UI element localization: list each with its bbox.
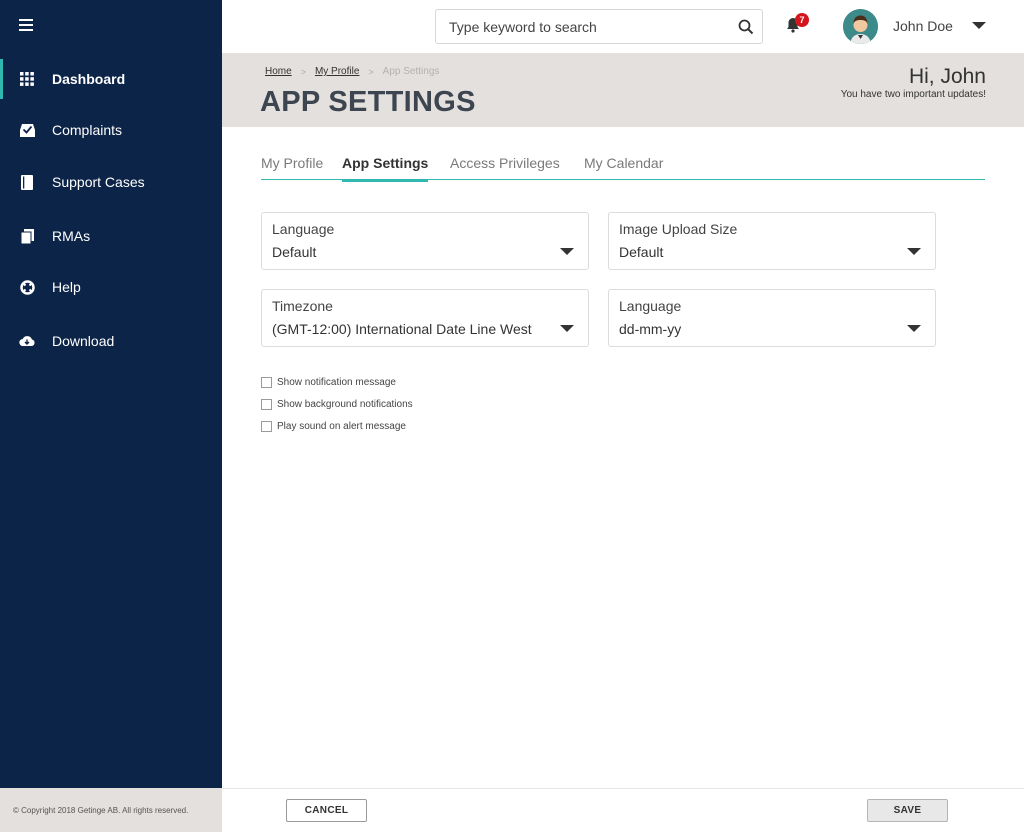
avatar[interactable]	[843, 9, 878, 44]
greeting-subtitle: You have two important updates!	[840, 89, 986, 100]
field-value: Default	[619, 244, 664, 260]
checkbox-label: Play sound on alert message	[277, 421, 406, 432]
breadcrumb: Home > My Profile > App Settings	[265, 66, 439, 77]
copyright-text: © Copyright 2018 Getinge AB. All rights …	[0, 788, 222, 832]
tab-my-calendar[interactable]: My Calendar	[584, 155, 663, 179]
sidebar-item-dashboard[interactable]: Dashboard	[0, 59, 222, 99]
checkbox-label: Show notification message	[277, 377, 396, 388]
breadcrumb-current: App Settings	[382, 66, 440, 77]
sidebar-item-rmas[interactable]: RMAs	[0, 216, 222, 256]
breadcrumb-separator-icon: >	[300, 66, 306, 77]
tab-bar: My Profile App Settings Access Privilege…	[261, 155, 985, 182]
breadcrumb-my-profile[interactable]: My Profile	[315, 66, 359, 77]
checkbox-label: Show background notifications	[277, 399, 413, 410]
lifebuoy-icon	[19, 279, 35, 295]
save-button[interactable]: SAVE	[867, 799, 948, 822]
search-box	[435, 9, 763, 44]
sidebar-item-complaints[interactable]: Complaints	[0, 110, 222, 150]
date-format-select[interactable]: Language dd-mm-yy	[608, 289, 936, 347]
checkbox[interactable]	[261, 377, 272, 388]
timezone-select[interactable]: Timezone (GMT-12:00) International Date …	[261, 289, 589, 347]
chevron-down-icon[interactable]	[972, 22, 986, 29]
grid-icon	[19, 71, 35, 87]
greeting: Hi, John	[908, 65, 986, 88]
action-bar: CANCEL SAVE	[222, 788, 1024, 832]
chevron-down-icon	[907, 325, 921, 332]
play-sound-checkbox-row[interactable]: Play sound on alert message	[261, 421, 406, 432]
sidebar-item-download[interactable]: Download	[0, 321, 222, 361]
field-label: Language	[272, 221, 335, 237]
sidebar-item-help[interactable]: Help	[0, 267, 222, 307]
notification-badge: 7	[795, 13, 809, 27]
breadcrumb-home[interactable]: Home	[265, 66, 292, 77]
chevron-down-icon	[560, 325, 574, 332]
page-title: APP SETTINGS	[260, 86, 476, 118]
chevron-down-icon	[907, 248, 921, 255]
sidebar-item-label: Complaints	[52, 122, 123, 138]
field-label: Timezone	[272, 298, 333, 314]
breadcrumb-separator-icon: >	[368, 66, 374, 77]
search-input[interactable]	[449, 10, 729, 43]
documents-icon	[19, 228, 35, 244]
hamburger-menu-icon[interactable]	[19, 19, 33, 33]
tab-app-settings[interactable]: App Settings	[342, 155, 429, 182]
sidebar-item-support-cases[interactable]: Support Cases	[0, 162, 222, 202]
user-name[interactable]: John Doe	[893, 18, 953, 34]
field-value: (GMT-12:00) International Date Line West	[272, 321, 532, 337]
field-label: Language	[619, 298, 682, 314]
sidebar-item-label: Download	[52, 333, 115, 349]
cancel-button[interactable]: CANCEL	[286, 799, 367, 822]
show-background-notifications-checkbox-row[interactable]: Show background notifications	[261, 399, 413, 410]
sidebar-item-label: Help	[52, 279, 81, 295]
checkbox[interactable]	[261, 421, 272, 432]
book-icon	[19, 174, 35, 190]
field-value: dd-mm-yy	[619, 321, 682, 337]
field-label: Image Upload Size	[619, 221, 738, 237]
inbox-icon	[19, 122, 35, 138]
field-value: Default	[272, 244, 317, 260]
sidebar-item-label: RMAs	[52, 228, 91, 244]
sidebar-item-label: Dashboard	[52, 71, 126, 87]
language-select[interactable]: Language Default	[261, 212, 589, 270]
tab-my-profile[interactable]: My Profile	[261, 155, 323, 179]
search-icon[interactable]	[738, 19, 754, 35]
show-notification-checkbox-row[interactable]: Show notification message	[261, 377, 396, 388]
chevron-down-icon	[560, 248, 574, 255]
checkbox[interactable]	[261, 399, 272, 410]
sidebar: Dashboard Complaints Support Cases RMAs …	[0, 0, 222, 788]
image-upload-size-select[interactable]: Image Upload Size Default	[608, 212, 936, 270]
cloud-download-icon	[19, 333, 35, 349]
page-header: Home > My Profile > App Settings APP SET…	[222, 53, 1024, 127]
sidebar-item-label: Support Cases	[52, 174, 145, 190]
tab-access-privileges[interactable]: Access Privileges	[450, 155, 560, 179]
